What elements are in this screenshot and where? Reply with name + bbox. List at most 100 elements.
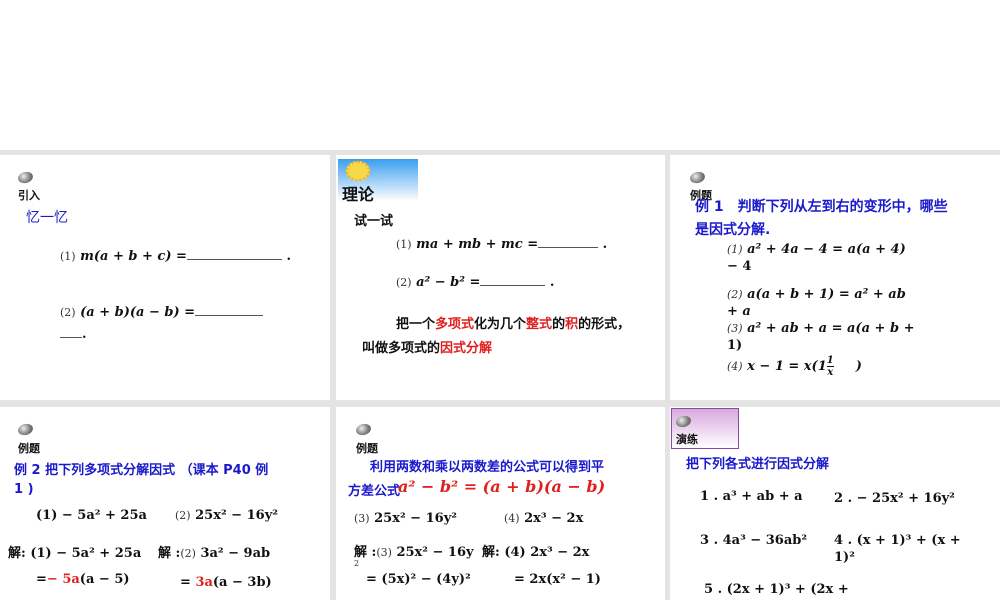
definition-line-1: 把一个多项式化为几个整式的积的形式， — [396, 313, 630, 332]
factor-rest: (a − 5) — [79, 572, 130, 587]
item-num: (4) — [727, 360, 743, 373]
example-title-1: 例 1 判断下列从左到右的变形中，哪些 — [695, 199, 948, 215]
practice-4: 4 . (x + 1)³ + (x + — [834, 533, 961, 548]
sol-label: 解 : — [354, 545, 377, 560]
item-num: (2) — [727, 288, 743, 301]
def-text: 的形式， — [578, 317, 631, 332]
practice-1: 1 . a³ + ab + a — [700, 489, 803, 504]
item-1: (1) a² + 4a − 4 = a(a + 4) — [727, 242, 906, 257]
item-expr: a² + 4a − 4 = a(a + 4) — [747, 242, 906, 257]
solution-3-wrap: 2 — [354, 559, 360, 568]
q-num: (2) — [175, 509, 191, 522]
top-blank-area — [0, 0, 1000, 150]
def-highlight: 整式 — [526, 317, 553, 332]
fraction: 1x — [826, 355, 834, 378]
example-title-2: 是因式分解. — [695, 222, 771, 238]
factor-highlight: 3a — [195, 575, 213, 590]
answer-blank — [538, 246, 599, 248]
item-4: (4) x − 1 = x(1 1 x) — [727, 355, 862, 378]
question-1: (1) m(a + b + c) = . — [60, 249, 291, 264]
item-num: (3) — [727, 322, 743, 335]
item-num: (1) — [727, 243, 743, 256]
frac-num: 1 — [826, 355, 834, 367]
q-end: . — [602, 237, 608, 252]
slide-theory[interactable]: 理论 试一试 (1) ma + mb + mc = . (2) a² − b² … — [336, 155, 665, 400]
q-num: (2) — [396, 276, 412, 289]
pot-icon — [16, 422, 35, 437]
q-expr: 3a² − 9ab — [200, 546, 271, 561]
factor-highlight: − 5a — [46, 572, 80, 587]
example-title-2: 1 ) — [14, 482, 34, 497]
pot-icon — [354, 422, 373, 437]
practice-4-cont: 1)² — [834, 550, 855, 565]
difference-of-squares-formula: a² − b² = (a + b)(a − b) — [398, 477, 606, 496]
q-num: (3) — [354, 512, 370, 525]
slide-practice[interactable]: 演练 把下列各式进行因式分解 1 . a³ + ab + a 2 . − 25x… — [670, 407, 1000, 600]
slide-example-2[interactable]: 例题 例 2 把下列多项式分解因式 （课本 P40 例 1 ) (1) − 5a… — [0, 407, 330, 600]
pot-icon — [688, 170, 707, 185]
def-text: 化为几个 — [474, 317, 527, 332]
sol-label: 解 : — [158, 546, 181, 561]
item-1-cont: − 4 — [727, 259, 752, 274]
factor-rest: (a − 3b) — [212, 575, 272, 590]
practice-3: 3 . 4a³ − 36ab² — [700, 533, 808, 548]
answer-blank — [195, 314, 264, 316]
pot-icon — [16, 170, 35, 185]
item-close: ) — [855, 359, 862, 374]
practice-title: 把下列各式进行因式分解 — [686, 457, 830, 472]
result-2: = 3a(a − 3b) — [180, 575, 272, 590]
frac-den: x — [827, 367, 834, 378]
item-expr: x − 1 = x(1 — [747, 359, 827, 374]
sun-icon — [346, 161, 370, 181]
answer-blank — [480, 284, 546, 286]
example-title-2: 方差公式 — [348, 484, 401, 499]
q-num: (2) — [60, 306, 76, 319]
item-3: (3) a² + ab + a = a(a + b + — [727, 321, 914, 336]
slide-example-3[interactable]: 例题 利用两数和乘以两数差的公式可以得到平 方差公式 a² − b² = (a … — [336, 407, 665, 600]
section-tag: 例题 — [356, 442, 378, 455]
item-3-cont: 1) — [727, 338, 743, 353]
q-end: . — [286, 249, 291, 264]
q-end: . — [549, 275, 555, 290]
eq: = — [180, 575, 191, 590]
question-2: (2) (a + b)(a − b) = — [60, 305, 264, 320]
section-tag: 引入 — [18, 189, 40, 202]
slide-grid: 引入 忆一忆 (1) m(a + b + c) = . (2) (a + b)(… — [0, 150, 1000, 600]
question-2-cont: . — [60, 327, 87, 342]
q-num: (3) — [376, 546, 392, 559]
question-1: (1) ma + mb + mc = . — [396, 237, 607, 252]
solution-3: 解 :(3) 25x² − 16y — [354, 541, 474, 560]
def-text: 把一个 — [396, 317, 436, 332]
section-tag: 例题 — [18, 442, 40, 455]
q-num: (1) — [396, 238, 412, 251]
exercise-1: (1) − 5a² + 25a — [36, 508, 147, 523]
item-expr: a² + ab + a = a(a + b + — [747, 321, 915, 336]
q-expr: a² − b² = — [416, 275, 481, 290]
result-4: = 2x(x² − 1) — [514, 572, 601, 587]
pot-icon — [674, 414, 693, 429]
practice-5: 5 . (2x + 1)³ + (2x + — [704, 582, 849, 597]
slide-intro[interactable]: 引入 忆一忆 (1) m(a + b + c) = . (2) (a + b)(… — [0, 155, 330, 400]
def-highlight: 多项式 — [435, 317, 475, 332]
def-text: 叫做多项式的 — [362, 341, 441, 356]
q-num: (2) — [180, 547, 196, 560]
q-expr: 25x² − 16y² — [195, 508, 278, 523]
def-highlight: 积 — [565, 317, 579, 332]
exercise-4: (4) 2x³ − 2x — [504, 511, 583, 526]
q-expr: 25x² − 16y² — [374, 511, 457, 526]
section-tag: 理论 — [342, 185, 375, 204]
practice-banner: 演练 — [671, 408, 739, 449]
example-title-1: 例 2 把下列多项式分解因式 （课本 P40 例 — [14, 463, 269, 478]
solution-2: 解 :(2) 3a² − 9ab — [158, 542, 270, 561]
exercise-3: (3) 25x² − 16y² — [354, 511, 457, 526]
solution-4: 解: (4) 2x³ − 2x — [482, 545, 590, 560]
practice-2: 2 . − 25x² + 16y² — [834, 491, 955, 506]
item-expr: a(a + b + 1) = a² + ab — [747, 287, 906, 302]
slide-example-1[interactable]: 例题 例 1 判断下列从左到右的变形中，哪些 是因式分解. (1) a² + 4… — [670, 155, 1000, 400]
theory-banner: 理论 — [338, 159, 418, 204]
answer-blank — [186, 258, 282, 260]
eq: = — [36, 572, 47, 587]
q-expr: (a + b)(a − b) = — [80, 305, 196, 320]
item-2-cont: + a — [727, 304, 751, 319]
example-title-1: 利用两数和乘以两数差的公式可以得到平 — [370, 460, 605, 475]
